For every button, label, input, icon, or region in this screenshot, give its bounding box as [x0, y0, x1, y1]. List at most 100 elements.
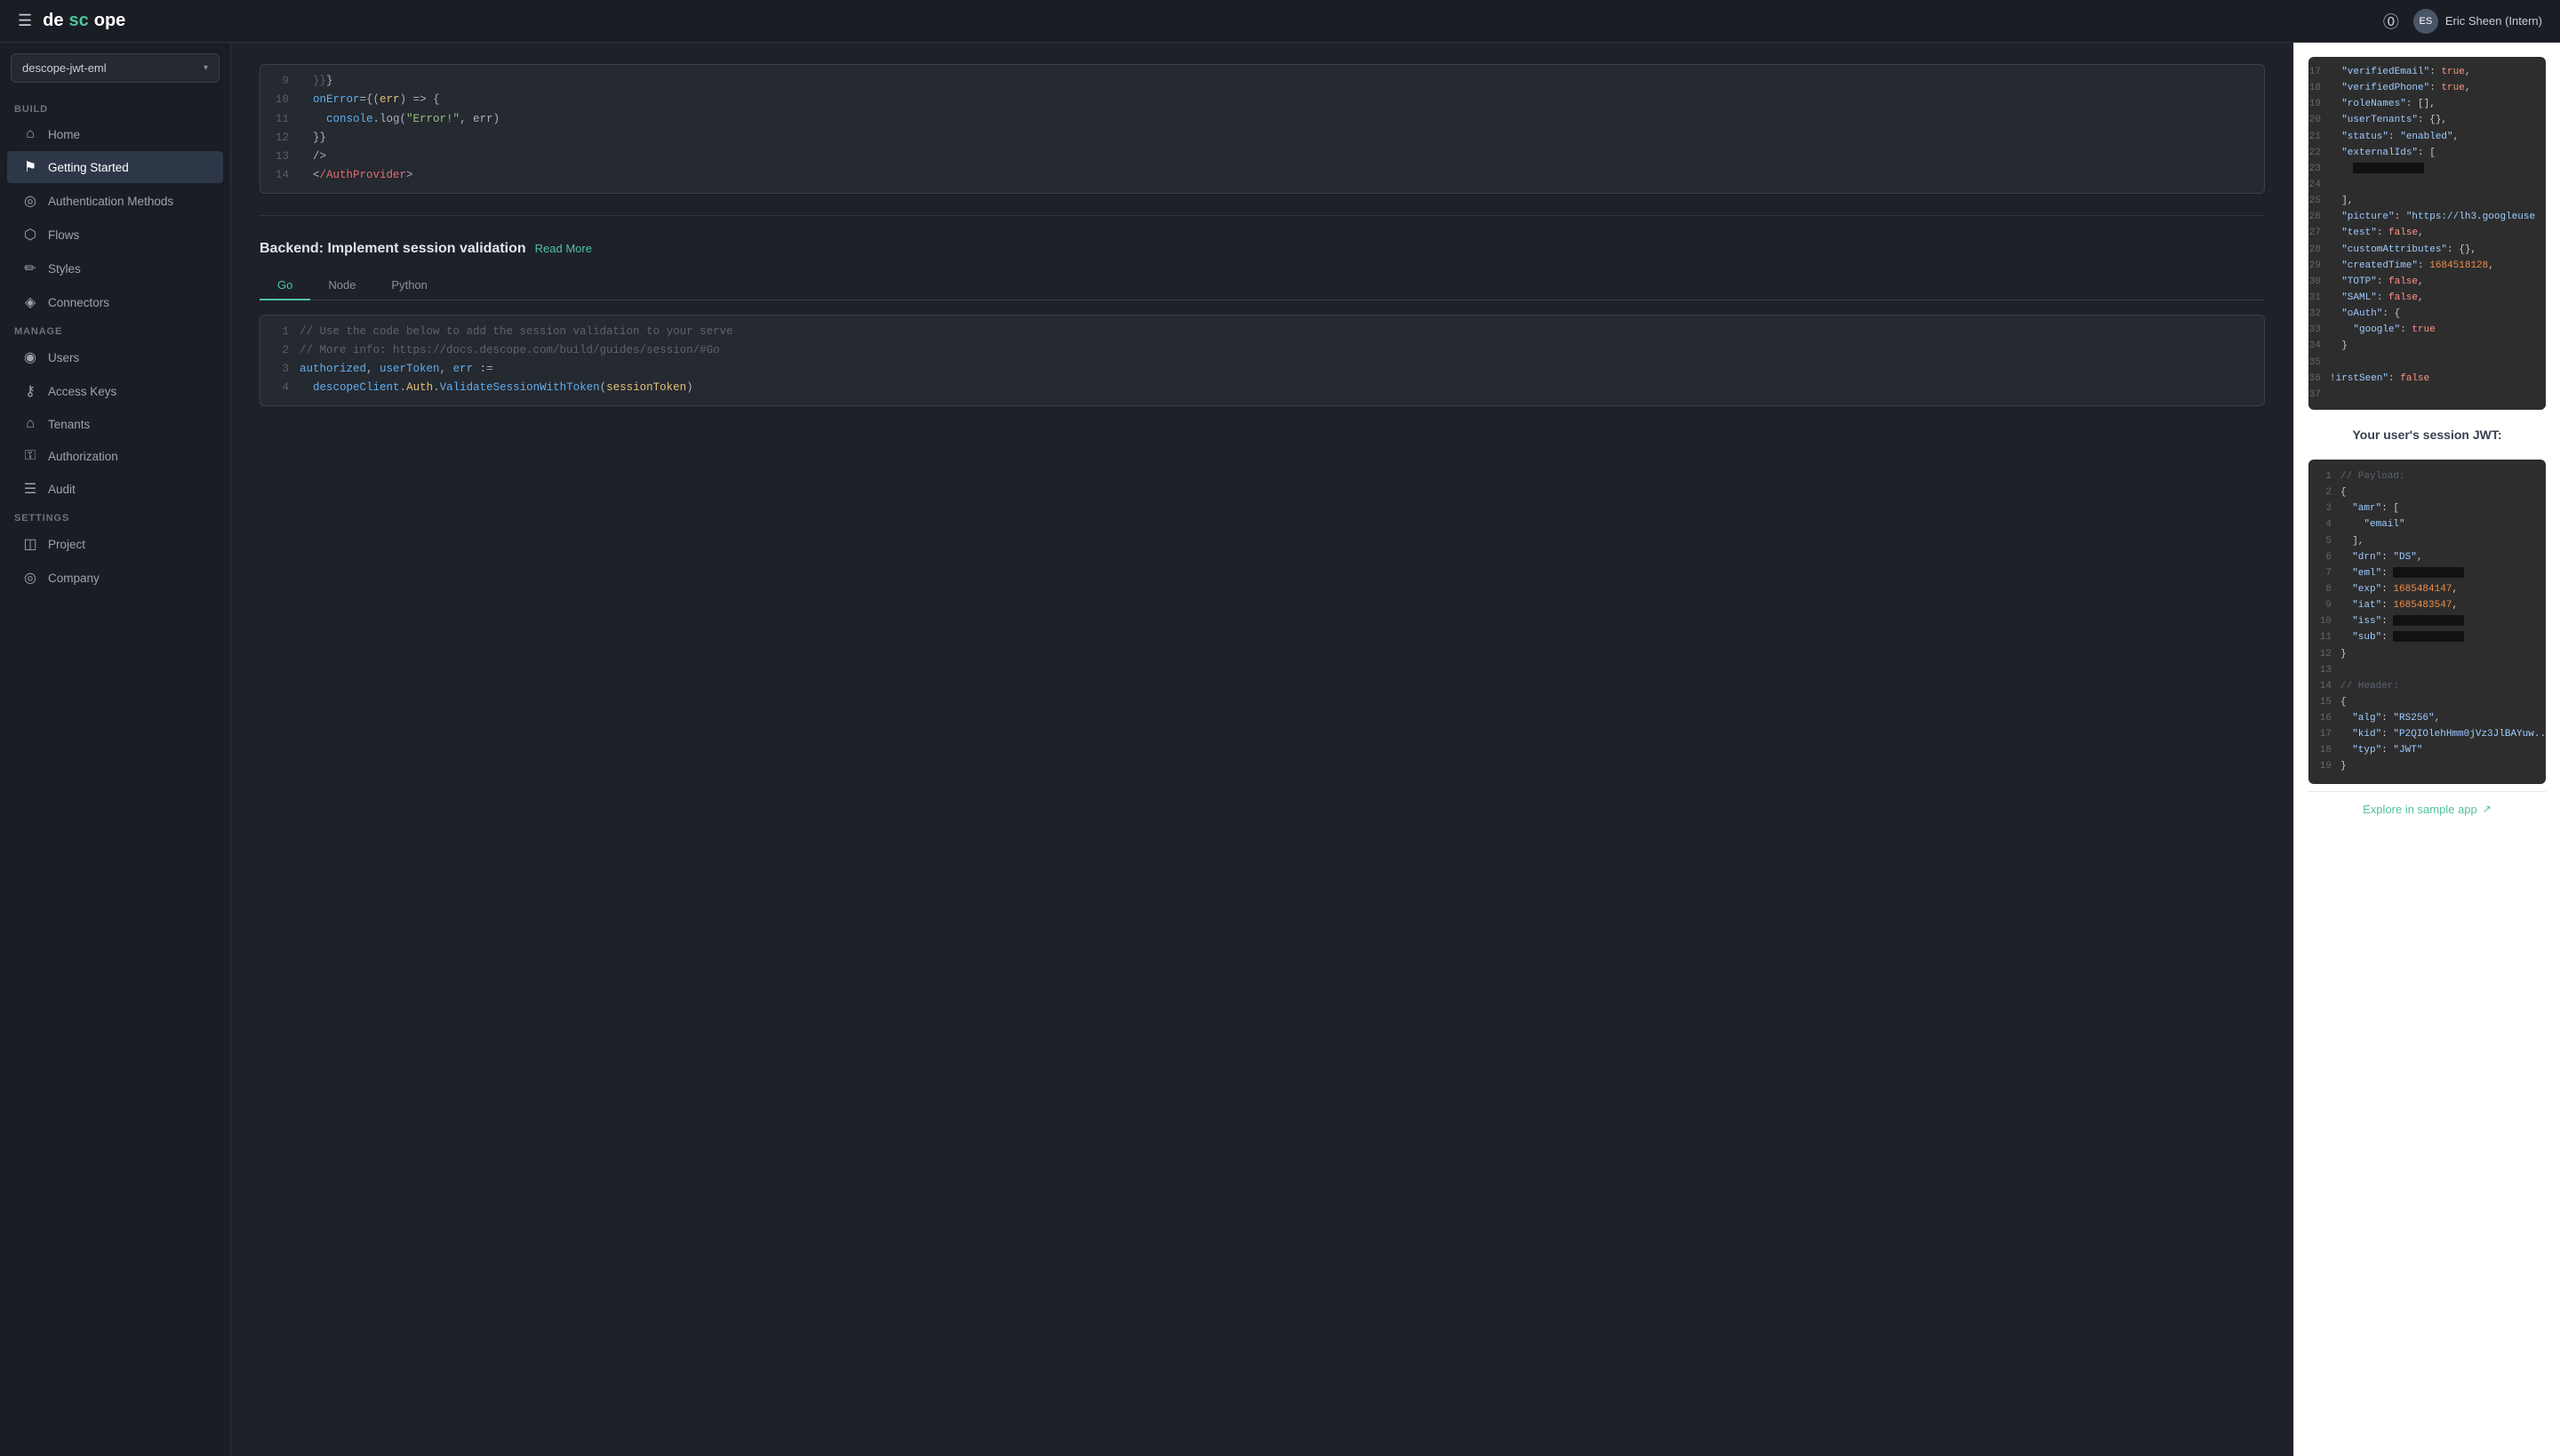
- sidebar-item-label: Authentication Methods: [48, 195, 173, 208]
- key-icon: ⚷: [21, 382, 39, 400]
- section-title: Backend: Implement session validation: [260, 241, 526, 257]
- code-line: 9 }}}: [260, 72, 2264, 91]
- json-line: 36 !irstSeen": false: [2308, 371, 2546, 387]
- styles-icon: ✏: [21, 260, 39, 277]
- jwt-line: 1 // Payload:: [2319, 468, 2535, 484]
- json-line: 22 "externalIds": [: [2308, 145, 2546, 161]
- json-line: 31 "SAML": false,: [2308, 290, 2546, 306]
- user-info: ES Eric Sheen (Intern): [2413, 9, 2542, 34]
- sidebar-item-label: Styles: [48, 262, 81, 276]
- right-panel: 17 "verifiedEmail": true, 18 "verifiedPh…: [2293, 43, 2560, 1456]
- json-line: 23: [2308, 161, 2546, 177]
- jwt-line: 6 "drn": "DS",: [2319, 549, 2535, 565]
- flows-icon: ⬡: [21, 226, 39, 244]
- code-line: 12 }}: [260, 129, 2264, 148]
- flag-icon: ⚑: [21, 158, 39, 176]
- json-line: 33 "google": true: [2308, 322, 2546, 338]
- json-line: 34 }: [2308, 338, 2546, 354]
- json-line: 29 "createdTime": 1684518128,: [2308, 258, 2546, 274]
- sidebar-item-getting-started[interactable]: ⚑ Getting Started: [7, 151, 223, 183]
- code-line: 3 authorized, userToken, err :=: [260, 360, 2264, 379]
- auth-icon: ◎: [21, 192, 39, 210]
- sidebar-item-label: Connectors: [48, 296, 109, 309]
- logo-accent: sc: [68, 11, 88, 31]
- menu-icon[interactable]: ☰: [18, 12, 32, 30]
- code-line: 10 onError={(err) => {: [260, 91, 2264, 109]
- jwt-line: 15 {: [2319, 694, 2535, 710]
- sidebar-item-label: Getting Started: [48, 161, 129, 174]
- sidebar-item-users[interactable]: ◉ Users: [7, 341, 223, 373]
- topnav-left: ☰ descope: [18, 11, 125, 31]
- sidebar-item-label: Tenants: [48, 418, 90, 431]
- tab-node[interactable]: Node: [310, 271, 373, 300]
- home-icon: ⌂: [21, 126, 39, 142]
- sidebar-item-home[interactable]: ⌂ Home: [7, 119, 223, 149]
- tab-go[interactable]: Go: [260, 271, 310, 300]
- code-line: 1 // Use the code below to add the sessi…: [260, 323, 2264, 341]
- read-more-link[interactable]: Read More: [535, 242, 592, 255]
- sidebar-item-tenants[interactable]: ⌂ Tenants: [7, 409, 223, 439]
- json-line: 17 "verifiedEmail": true,: [2308, 64, 2546, 80]
- user-name: Eric Sheen (Intern): [2445, 14, 2542, 28]
- explore-link-text: Explore in sample app: [2363, 803, 2477, 816]
- jwt-line: 7 "eml":: [2319, 565, 2535, 581]
- tabs-bar: Go Node Python: [260, 271, 2265, 300]
- json-line: 26 "picture": "https://lh3.googleuse: [2308, 209, 2546, 225]
- jwt-line: 17 "kid": "P2QIOlehHmm0jVz3JlBAYuw...: [2319, 726, 2535, 742]
- jwt-line: 5 ],: [2319, 533, 2535, 549]
- sidebar-item-project[interactable]: ◫ Project: [7, 528, 223, 560]
- sidebar-item-label: Audit: [48, 483, 76, 496]
- json-line: 32 "oAuth": {: [2308, 306, 2546, 322]
- jwt-line: 10 "iss":: [2319, 613, 2535, 629]
- session-code-block: 1 // Use the code below to add the sessi…: [260, 315, 2265, 406]
- sidebar-item-label: Users: [48, 351, 79, 364]
- sidebar-item-company[interactable]: ◎ Company: [7, 562, 223, 594]
- json-line: 25 ],: [2308, 193, 2546, 209]
- json-line: 37: [2308, 387, 2546, 403]
- explore-sample-app-link[interactable]: Explore in sample app ↗: [2308, 791, 2546, 827]
- company-icon: ◎: [21, 569, 39, 587]
- help-icon[interactable]: ⓪: [2383, 10, 2399, 33]
- json-line: 30 "TOTP": false,: [2308, 274, 2546, 290]
- sidebar-item-label: Project: [48, 538, 85, 551]
- users-icon: ◉: [21, 348, 39, 366]
- tenants-icon: ⌂: [21, 416, 39, 432]
- json-line: 21 "status": "enabled",: [2308, 129, 2546, 145]
- sidebar-item-styles[interactable]: ✏ Styles: [7, 252, 223, 284]
- connectors-icon: ◈: [21, 293, 39, 311]
- json-line: 28 "customAttributes": {},: [2308, 242, 2546, 258]
- sidebar-item-access-keys[interactable]: ⚷ Access Keys: [7, 375, 223, 407]
- sidebar-item-audit[interactable]: ☰ Audit: [7, 473, 223, 505]
- section-label-build: Build: [0, 97, 230, 118]
- section-header: Backend: Implement session validation Re…: [260, 234, 2265, 257]
- sidebar-item-authorization[interactable]: ⚿ Authorization: [7, 441, 223, 471]
- jwt-line: 11 "sub":: [2319, 629, 2535, 645]
- tab-python[interactable]: Python: [373, 271, 444, 300]
- project-selector[interactable]: descope-jwt-eml ▾: [11, 53, 220, 83]
- json-line: 35: [2308, 355, 2546, 371]
- sidebar-item-label: Authorization: [48, 450, 118, 463]
- code-line: 11 console.log("Error!", err): [260, 110, 2264, 129]
- auth-update-json-block: 17 "verifiedEmail": true, 18 "verifiedPh…: [2308, 57, 2546, 410]
- json-line: 18 "verifiedPhone": true,: [2308, 80, 2546, 96]
- jwt-line: 19 }: [2319, 758, 2535, 774]
- sidebar-item-authentication-methods[interactable]: ◎ Authentication Methods: [7, 185, 223, 217]
- json-line: 27 "test": false,: [2308, 225, 2546, 241]
- jwt-line: 14 // Header:: [2319, 678, 2535, 694]
- logo: descope: [43, 11, 125, 31]
- project-name: descope-jwt-eml: [22, 61, 107, 75]
- jwt-line: 18 "typ": "JWT": [2319, 742, 2535, 758]
- logo-text2: ope: [94, 11, 126, 31]
- topnav-right: ⓪ ES Eric Sheen (Intern): [2383, 9, 2542, 34]
- code-line: 14 </AuthProvider>: [260, 166, 2264, 185]
- jwt-line: 16 "alg": "RS256",: [2319, 710, 2535, 726]
- jwt-line: 12 }: [2319, 646, 2535, 662]
- sidebar-item-flows[interactable]: ⬡ Flows: [7, 219, 223, 251]
- audit-icon: ☰: [21, 480, 39, 498]
- sidebar-item-connectors[interactable]: ◈ Connectors: [7, 286, 223, 318]
- json-line: 19 "roleNames": [],: [2308, 96, 2546, 112]
- chevron-down-icon: ▾: [204, 63, 208, 73]
- jwt-line: 13: [2319, 662, 2535, 678]
- jwt-code-block: 1 // Payload: 2 { 3 "amr": [ 4 "email": [2308, 460, 2546, 784]
- jwt-line: 9 "iat": 1685483547,: [2319, 597, 2535, 613]
